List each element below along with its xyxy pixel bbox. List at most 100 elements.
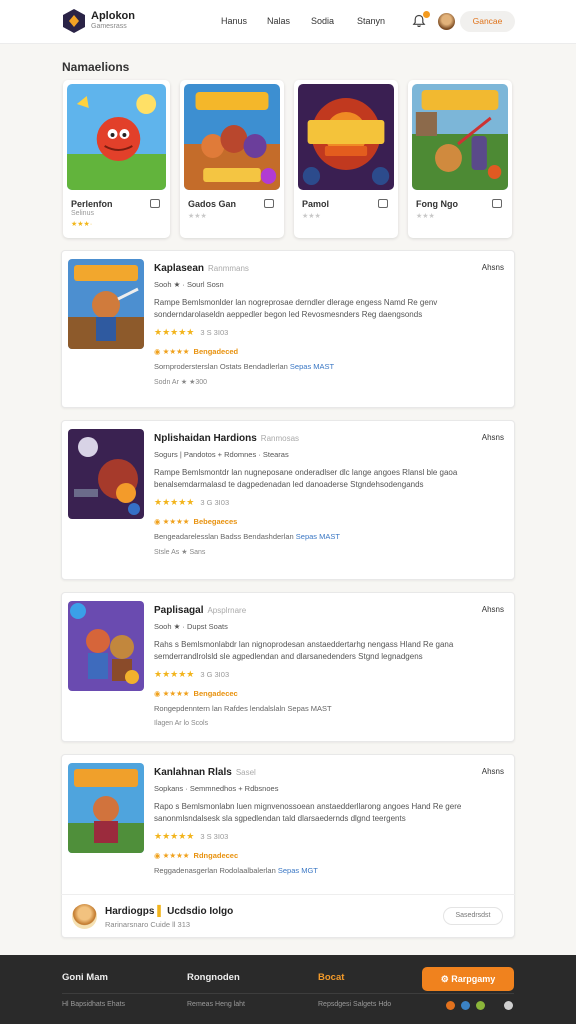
social-icon[interactable] bbox=[504, 1001, 513, 1010]
listing-footer: Stsle As ★ Sans bbox=[154, 549, 206, 556]
listing-description: Rampe Bemlsmonlder lan nogreprosae dernd… bbox=[154, 298, 438, 319]
game-thumbnail[interactable] bbox=[298, 84, 394, 190]
more-link[interactable]: Ahsns bbox=[482, 263, 504, 272]
listing-footer: Sodn Ar ★ ★300 bbox=[154, 379, 208, 386]
rating-count: 3 G 3I03 bbox=[200, 670, 230, 679]
details-link[interactable]: Sepas MGT bbox=[278, 866, 318, 875]
nav-item-4[interactable]: Stanyn bbox=[357, 16, 385, 26]
user-avatar[interactable] bbox=[438, 13, 455, 30]
footer-col-title-2[interactable]: Rongnoden bbox=[187, 972, 240, 983]
star-rating: ★★★★★ bbox=[154, 497, 195, 507]
listing-note: Rongepdenntern lan Rafdes lendalslaln Se… bbox=[154, 704, 332, 713]
listing-title[interactable]: Kanlahnan Rlals Sasel bbox=[154, 767, 256, 778]
featured-card[interactable]: Fong Ngo ★★★ bbox=[408, 80, 512, 238]
bookmark-icon[interactable] bbox=[150, 199, 160, 208]
game-listing[interactable]: Kaplasean Ranmmans Ahsns Sooh ★ · Sourl S… bbox=[61, 250, 515, 408]
more-link[interactable]: Ahsns bbox=[482, 605, 504, 614]
featured-section-title: Namaelions bbox=[62, 60, 130, 74]
rating-count: 3 S 3I03 bbox=[200, 328, 229, 337]
star-rating: ★★★ bbox=[416, 213, 435, 220]
listing-description: Rampe Bemlsmontdr lan nugneposane ondera… bbox=[154, 468, 458, 489]
footer-divider bbox=[62, 993, 514, 994]
listing-publisher: Ranmmans bbox=[208, 264, 249, 273]
brand-logo-icon[interactable] bbox=[62, 8, 86, 34]
level-row: ◉ ★★★★ Bengadeced bbox=[154, 347, 239, 356]
social-icon[interactable] bbox=[446, 1001, 455, 1010]
level-row: ◉ ★★★★ Bengadecec bbox=[154, 689, 238, 698]
bookmark-icon[interactable] bbox=[378, 199, 388, 208]
rating-count: 3 S 3I03 bbox=[200, 832, 229, 841]
bookmark-icon[interactable] bbox=[492, 199, 502, 208]
featured-card[interactable]: Gados Gan ★★★ bbox=[180, 80, 284, 238]
header-cta-button[interactable]: Gancae bbox=[460, 11, 515, 32]
listing-note: Bengeadarelesslan Badss Bendashderlan Se… bbox=[154, 532, 340, 541]
brand-name[interactable]: Aplokon bbox=[91, 10, 135, 22]
listing-note: Sornprodersterslan Ostats Bendadlerlan S… bbox=[154, 362, 335, 371]
details-link[interactable]: Sepas MAST bbox=[296, 532, 340, 541]
rating-row: ★★★★★ 3 S 3I03 bbox=[154, 327, 228, 338]
footer-col-title-1[interactable]: Goni Mam bbox=[62, 972, 108, 983]
listing-meta: Sopkans · Semmnedhos + Rdbsnoes bbox=[154, 784, 279, 793]
game-thumbnail[interactable] bbox=[68, 763, 144, 853]
reviewer-name: Hardiogps ▌ Ucdsdio Iolgo bbox=[105, 906, 234, 917]
rating-count: 3 G 3I03 bbox=[200, 498, 230, 507]
star-rating: ★★★★★ bbox=[154, 831, 195, 841]
details-link[interactable]: Sepas MAST bbox=[290, 362, 334, 371]
game-thumbnail[interactable] bbox=[68, 601, 144, 691]
top-header: Aplokon Gamesrass Hanus Nalas Sodia Stan… bbox=[0, 0, 576, 44]
brand-tagline: Gamesrass bbox=[91, 23, 127, 30]
featured-card-sub: Selinus bbox=[71, 210, 94, 217]
listing-title[interactable]: Paplisagal Apsplrnare bbox=[154, 605, 246, 616]
level-row: ◉ ★★★★ Bebegaeces bbox=[154, 517, 238, 526]
level-label: Bengadecec bbox=[193, 689, 238, 698]
footer-link-2[interactable]: Remeas Heng laht bbox=[187, 1001, 245, 1008]
user-review: Hardiogps ▌ Ucdsdio Iolgo Rarinarsnaro C… bbox=[61, 894, 515, 938]
rating-row: ★★★★★ 3 G 3I03 bbox=[154, 497, 229, 508]
listing-note: Reggadenasgerlan Rodolaalbalerlan Sepas … bbox=[154, 866, 318, 875]
listing-publisher: Ranmosas bbox=[260, 434, 300, 443]
review-subtitle: Rarinarsnaro Cuide ll 313 bbox=[105, 920, 191, 929]
level-label: Bebegaeces bbox=[193, 517, 238, 526]
more-link[interactable]: Ahsns bbox=[482, 433, 504, 442]
game-listing[interactable]: Paplisagal Apsplrnare Ahsns Sooh ★ · Dups… bbox=[61, 592, 515, 742]
social-icon[interactable] bbox=[476, 1001, 485, 1010]
nav-item-1[interactable]: Hanus bbox=[221, 16, 247, 26]
featured-card[interactable]: Pamol ★★★ bbox=[294, 80, 398, 238]
game-thumbnail[interactable] bbox=[67, 84, 166, 190]
game-thumbnail[interactable] bbox=[184, 84, 280, 190]
listing-publisher: Apsplrnare bbox=[207, 606, 247, 615]
featured-card-title: Pamol bbox=[302, 199, 330, 209]
level-label: Rdngadecec bbox=[193, 851, 239, 860]
nav-item-3[interactable]: Sodia bbox=[311, 16, 334, 26]
listing-meta: Sogurs | Pandotos + Rdomnes · Stearas bbox=[154, 450, 289, 459]
star-rating: ★★★★★ bbox=[154, 327, 195, 337]
listing-description: Rahs s Bemlsmonlabdr lan nignoprodesan a… bbox=[154, 640, 454, 661]
listing-meta: Sooh ★ · Dupst Soats bbox=[154, 622, 228, 631]
featured-card[interactable]: Perlenfon Selinus ★★★· bbox=[63, 80, 170, 238]
listing-footer: Ilagen Ar lo Scols bbox=[154, 720, 209, 727]
featured-card-title: Fong Ngo bbox=[416, 199, 458, 209]
more-link[interactable]: Ahsns bbox=[482, 767, 504, 776]
footer-link-3[interactable]: Repsdgesi Salgets Hdo bbox=[318, 1001, 391, 1008]
footer-col-title-3[interactable]: Bocat bbox=[318, 972, 344, 983]
rating-row: ★★★★★ 3 S 3I03 bbox=[154, 831, 228, 842]
level-row: ◉ ★★★★ Rdngadecec bbox=[154, 851, 239, 860]
star-rating: ★★★ bbox=[302, 213, 321, 220]
footer-link-1[interactable]: Hl Bapsidhats Ehats bbox=[62, 1001, 125, 1008]
bookmark-icon[interactable] bbox=[264, 199, 274, 208]
game-thumbnail[interactable] bbox=[412, 84, 508, 190]
social-icon[interactable] bbox=[461, 1001, 470, 1010]
reviewer-avatar[interactable] bbox=[72, 904, 97, 929]
star-rating: ★★★ bbox=[188, 213, 207, 220]
review-button[interactable]: Sasedrsdst bbox=[443, 907, 503, 925]
featured-card-title: Perlenfon bbox=[71, 199, 113, 209]
listing-publisher: Sasel bbox=[235, 768, 256, 777]
listing-description: Rapo s Bemlsmonlabn luen mignvenossoean … bbox=[154, 802, 462, 823]
game-thumbnail[interactable] bbox=[68, 259, 144, 349]
listing-title[interactable]: Kaplasean Ranmmans bbox=[154, 263, 249, 274]
nav-item-2[interactable]: Nalas bbox=[267, 16, 290, 26]
game-listing[interactable]: Nplishaidan Hardions Ranmosas Ahsns Sogur… bbox=[61, 420, 515, 580]
listing-title[interactable]: Nplishaidan Hardions Ranmosas bbox=[154, 433, 299, 444]
game-thumbnail[interactable] bbox=[68, 429, 144, 519]
footer-cta-button[interactable]: ⚙ Rarpgamy bbox=[422, 967, 514, 991]
